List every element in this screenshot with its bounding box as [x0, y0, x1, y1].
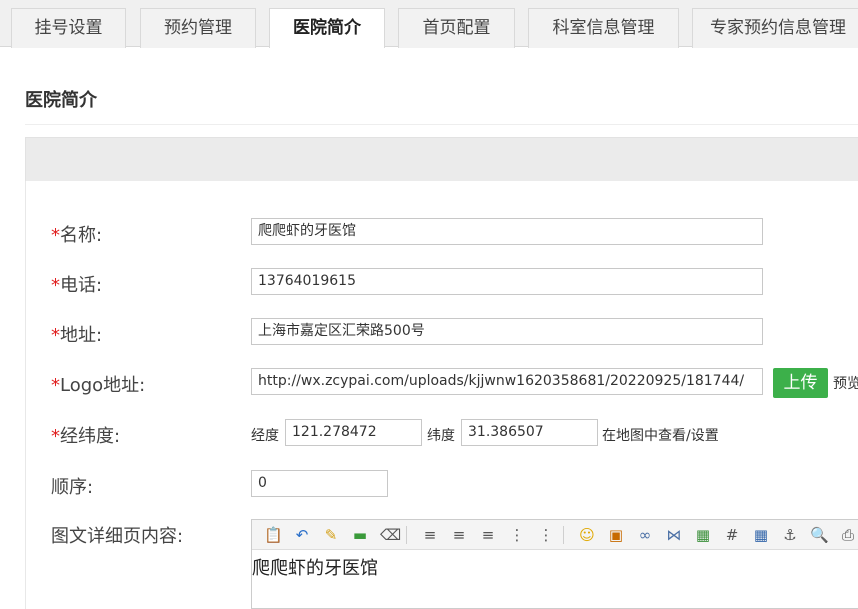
phone-input[interactable]: 13764019615 [251, 268, 763, 295]
address-input[interactable]: 上海市嘉定区汇荣路500号 [251, 318, 763, 345]
link-icon[interactable]: ∞ [636, 526, 654, 544]
eraser-icon[interactable]: ⌫ [380, 526, 401, 544]
detail-label: 图文详细页内容: [51, 526, 184, 547]
longitude-label: 经度 [251, 428, 279, 444]
ordered-list-icon[interactable]: ⋮ [508, 526, 526, 544]
print-icon[interactable]: ⎙ [839, 526, 857, 544]
paste-icon[interactable]: 📋 [264, 526, 283, 544]
image-insert-icon[interactable]: ▣ [607, 526, 625, 544]
editor-toolbar: 📋 ↶ ✎ ▬ ⌫ ≡ ≡ ≡ ⋮ ⋮ ☺ ▣ ∞ ⋈ ▦ # ▦ ⚓ 🔍 ⎙ [252, 520, 858, 550]
align-right-icon[interactable]: ≡ [479, 526, 497, 544]
map-view-link[interactable]: 在地图中查看/设置 [602, 425, 719, 445]
tab-department-info[interactable]: 科室信息管理 [528, 8, 679, 48]
tab-appointment-management[interactable]: 预约管理 [140, 8, 256, 48]
tab-homepage-config[interactable]: 首页配置 [398, 8, 515, 48]
toolbar-separator [563, 526, 564, 544]
panel-header [25, 137, 858, 182]
editor-content[interactable]: 爬爬虾的牙医馆 [252, 554, 378, 580]
logo-url-input[interactable]: http://wx.zcypai.com/uploads/kjjwnw16203… [251, 368, 763, 395]
longitude-input[interactable]: 121.278472 [285, 419, 422, 446]
undo-icon[interactable]: ↶ [293, 526, 311, 544]
toolbar-separator [406, 526, 407, 544]
table-icon[interactable]: ▦ [752, 526, 770, 544]
align-center-icon[interactable]: ≡ [450, 526, 468, 544]
coords-label: *经纬度: [51, 426, 121, 447]
name-input[interactable]: 爬爬虾的牙医馆 [251, 218, 763, 245]
clear-format-icon[interactable]: ✎ [322, 526, 340, 544]
unordered-list-icon[interactable]: ⋮ [537, 526, 555, 544]
upload-button[interactable]: 上传 [773, 368, 828, 398]
latitude-label: 纬度 [427, 428, 455, 444]
logo-label: *Logo地址: [51, 375, 146, 396]
unlink-icon[interactable]: ⋈ [665, 526, 683, 544]
anchor-icon[interactable]: ⚓ [781, 526, 799, 544]
required-mark: * [51, 275, 60, 296]
rich-text-editor[interactable]: 📋 ↶ ✎ ▬ ⌫ ≡ ≡ ≡ ⋮ ⋮ ☺ ▣ ∞ ⋈ ▦ # ▦ ⚓ 🔍 ⎙ … [251, 519, 858, 609]
page-title: 医院简介 [25, 90, 97, 111]
insert-line-icon[interactable]: ▬ [351, 526, 369, 544]
required-mark: * [51, 325, 60, 346]
required-mark: * [51, 225, 60, 246]
title-divider [25, 124, 858, 125]
latitude-input[interactable]: 31.386507 [461, 419, 598, 446]
preview-icon[interactable]: 🔍 [810, 526, 829, 544]
tab-bar: 挂号设置 预约管理 医院简介 首页配置 科室信息管理 专家预约信息管理 [0, 0, 858, 48]
tab-hospital-intro[interactable]: 医院简介 [269, 8, 385, 48]
preview-link[interactable]: 预览 [833, 373, 858, 393]
tab-registration-settings[interactable]: 挂号设置 [11, 8, 126, 48]
emoji-icon[interactable]: ☺ [578, 526, 596, 544]
anchor-grid-icon[interactable]: # [723, 526, 741, 544]
align-left-icon[interactable]: ≡ [421, 526, 439, 544]
phone-label: *电话: [51, 275, 103, 296]
order-label: 顺序: [51, 477, 94, 498]
name-label: *名称: [51, 225, 103, 246]
required-mark: * [51, 426, 60, 447]
tab-expert-appointment-info[interactable]: 专家预约信息管理 [692, 8, 858, 48]
order-input[interactable]: 0 [251, 470, 388, 497]
required-mark: * [51, 375, 60, 396]
picture-icon[interactable]: ▦ [694, 526, 712, 544]
address-label: *地址: [51, 325, 103, 346]
